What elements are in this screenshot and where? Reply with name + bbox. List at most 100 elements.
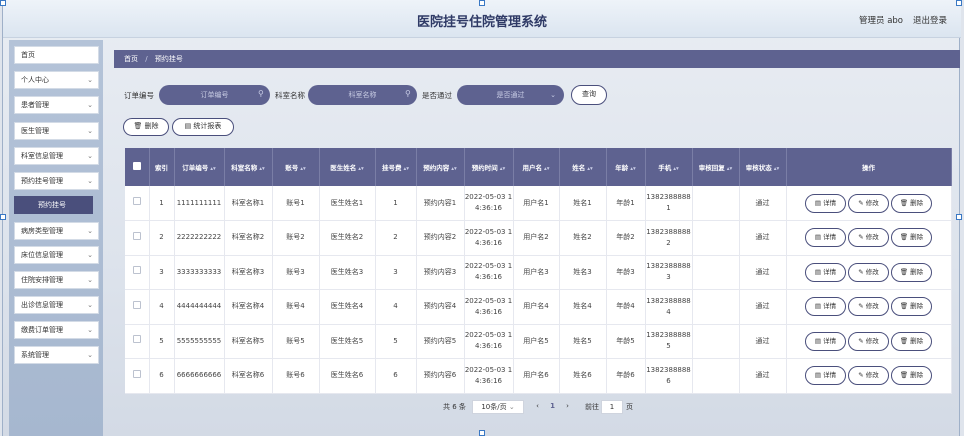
sidebar-item[interactable]: 系统管理 ⌄	[14, 346, 99, 364]
column-header[interactable]: 订单编号 ▴▾	[174, 148, 225, 186]
cell-name: 姓名3	[559, 255, 607, 290]
edit-icon: ✎	[858, 198, 866, 207]
delete-button[interactable]: 🗑 删除	[891, 228, 932, 248]
sidebar-item[interactable]: 缴费订单管理 ⌄	[14, 321, 99, 339]
edit-button[interactable]: ✎ 修改	[848, 297, 889, 317]
column-header[interactable]: 账号 ▴▾	[272, 148, 320, 186]
sort-icon[interactable]: ▴▾	[358, 166, 364, 172]
delete-button[interactable]: 🗑 删除	[891, 262, 932, 282]
column-header[interactable]: 预约内容 ▴▾	[416, 148, 465, 186]
cell-content: 预约内容4	[416, 289, 465, 325]
actions-cell: ▤ 详情 ✎ 修改 🗑 删除	[786, 289, 952, 325]
row-checkbox[interactable]	[132, 266, 141, 275]
sidebar-item[interactable]: 预约挂号管理 ⌄	[14, 172, 99, 190]
select-all-checkbox[interactable]	[132, 162, 141, 170]
row-checkbox[interactable]	[132, 369, 141, 378]
column-header[interactable]: 手机 ▴▾	[645, 148, 693, 186]
cell-account: 账号1	[272, 186, 320, 221]
delete-button[interactable]: 🗑 删除	[891, 193, 932, 213]
trash-icon: 🗑	[899, 267, 911, 276]
column-header[interactable]: 用户名 ▴▾	[513, 148, 560, 186]
detail-button[interactable]: ▤ 详情	[805, 262, 846, 282]
detail-label: 详情	[823, 233, 837, 242]
column-header	[125, 148, 150, 186]
stats-report-button[interactable]: ▤ 统计报表	[172, 118, 234, 136]
cell-content: 预约内容1	[416, 186, 465, 221]
detail-button[interactable]: ▤ 详情	[805, 193, 846, 213]
query-button[interactable]: 查询	[571, 85, 607, 105]
cell-fee: 2	[375, 220, 417, 256]
edit-button[interactable]: ✎ 修改	[848, 193, 889, 213]
row-checkbox[interactable]	[132, 300, 141, 309]
dept-input[interactable]	[308, 85, 417, 105]
edit-button[interactable]: ✎ 修改	[848, 228, 889, 248]
sort-icon[interactable]: ▴▾	[587, 166, 593, 172]
detail-button[interactable]: ▤ 详情	[805, 228, 846, 248]
sidebar-item[interactable]: 医生管理 ⌄	[14, 122, 99, 140]
sort-icon[interactable]: ▴▾	[544, 166, 550, 172]
goto-page-input[interactable]: 1	[601, 400, 623, 414]
edit-button[interactable]: ✎ 修改	[848, 331, 889, 351]
edit-button[interactable]: ✎ 修改	[848, 262, 889, 282]
chevron-down-icon: ⌄	[87, 301, 93, 309]
sidebar-sub-item-active[interactable]: 预约挂号	[14, 196, 93, 214]
table-row: 2 2222222222 科室名称2 账号2 医生姓名2 2 预约内容2 2022-05-03…	[125, 220, 952, 256]
page-size-select[interactable]: 10条/页 ⌄	[472, 400, 524, 414]
cell-order: 6666666666	[174, 358, 225, 394]
sidebar-item[interactable]: 出诊信息管理 ⌄	[14, 296, 99, 314]
batch-delete-button[interactable]: 🗑 删除	[123, 118, 169, 136]
row-checkbox[interactable]	[132, 231, 141, 240]
logout-link[interactable]: 退出登录	[913, 14, 947, 26]
delete-button[interactable]: 🗑 删除	[891, 297, 932, 317]
row-checkbox[interactable]	[132, 335, 141, 344]
column-header[interactable]: 科室名称 ▴▾	[224, 148, 273, 186]
sort-icon[interactable]: ▴▾	[500, 166, 506, 172]
sort-icon[interactable]: ▴▾	[259, 166, 265, 172]
cell-fee: 1	[375, 186, 417, 221]
cell-time: 2022-05-03 14:36:16	[464, 324, 514, 359]
sidebar-item[interactable]: 病房类型管理 ⌄	[14, 222, 99, 240]
sort-icon[interactable]: ▴▾	[774, 166, 780, 172]
sort-icon[interactable]: ▴▾	[630, 166, 636, 172]
detail-button[interactable]: ▤ 详情	[805, 331, 846, 351]
column-header-label: 姓名	[572, 164, 586, 172]
sidebar-item[interactable]: 住院安排管理 ⌄	[14, 271, 99, 289]
column-header[interactable]: 预约时间 ▴▾	[464, 148, 514, 186]
edit-button[interactable]: ✎ 修改	[848, 366, 889, 386]
sidebar-item[interactable]: 床位信息管理 ⌄	[14, 246, 99, 264]
column-header[interactable]: 姓名 ▴▾	[559, 148, 607, 186]
cell-doctor: 医生姓名5	[319, 324, 376, 359]
column-header[interactable]: 审核状态 ▴▾	[739, 148, 787, 186]
table-row: 3 3333333333 科室名称3 账号3 医生姓名3 3 预约内容3 2022-05-03…	[125, 255, 952, 290]
approved-select[interactable]: 是否通过 ⌄	[457, 85, 564, 105]
sidebar-item[interactable]: 首页	[14, 46, 99, 64]
sort-icon[interactable]: ▴▾	[300, 166, 306, 172]
column-header-label: 用户名	[522, 164, 542, 172]
actions-cell: ▤ 详情 ✎ 修改 🗑 删除	[786, 358, 952, 394]
sort-icon[interactable]: ▴▾	[673, 166, 679, 172]
row-checkbox[interactable]	[132, 197, 141, 205]
column-header[interactable]: 挂号费 ▴▾	[375, 148, 417, 186]
column-header[interactable]: 审核回复 ▴▾	[692, 148, 740, 186]
prev-page-button[interactable]: ‹	[530, 400, 545, 414]
column-header[interactable]: 医生姓名 ▴▾	[319, 148, 376, 186]
detail-button[interactable]: ▤ 详情	[805, 297, 846, 317]
delete-button[interactable]: 🗑 删除	[891, 366, 932, 386]
sort-icon[interactable]: ▴▾	[727, 166, 733, 172]
next-page-button[interactable]: ›	[560, 400, 575, 414]
column-header[interactable]: 年龄 ▴▾	[606, 148, 646, 186]
order-input[interactable]	[159, 85, 270, 105]
sidebar-item[interactable]: 个人中心 ⌄	[14, 71, 99, 89]
detail-button[interactable]: ▤ 详情	[805, 366, 846, 386]
current-page[interactable]: 1	[545, 400, 560, 414]
sort-icon[interactable]: ▴▾	[403, 166, 409, 172]
cell-username: 用户名2	[513, 220, 560, 256]
cell-doctor: 医生姓名4	[319, 289, 376, 325]
cell-index: 4	[149, 289, 175, 325]
delete-button[interactable]: 🗑 删除	[891, 331, 932, 351]
breadcrumb-home[interactable]: 首页	[124, 55, 138, 63]
sort-icon[interactable]: ▴▾	[451, 166, 457, 172]
sidebar-item[interactable]: 科室信息管理 ⌄	[14, 147, 99, 165]
sidebar-item[interactable]: 患者管理 ⌄	[14, 96, 99, 114]
sort-icon[interactable]: ▴▾	[210, 166, 216, 172]
